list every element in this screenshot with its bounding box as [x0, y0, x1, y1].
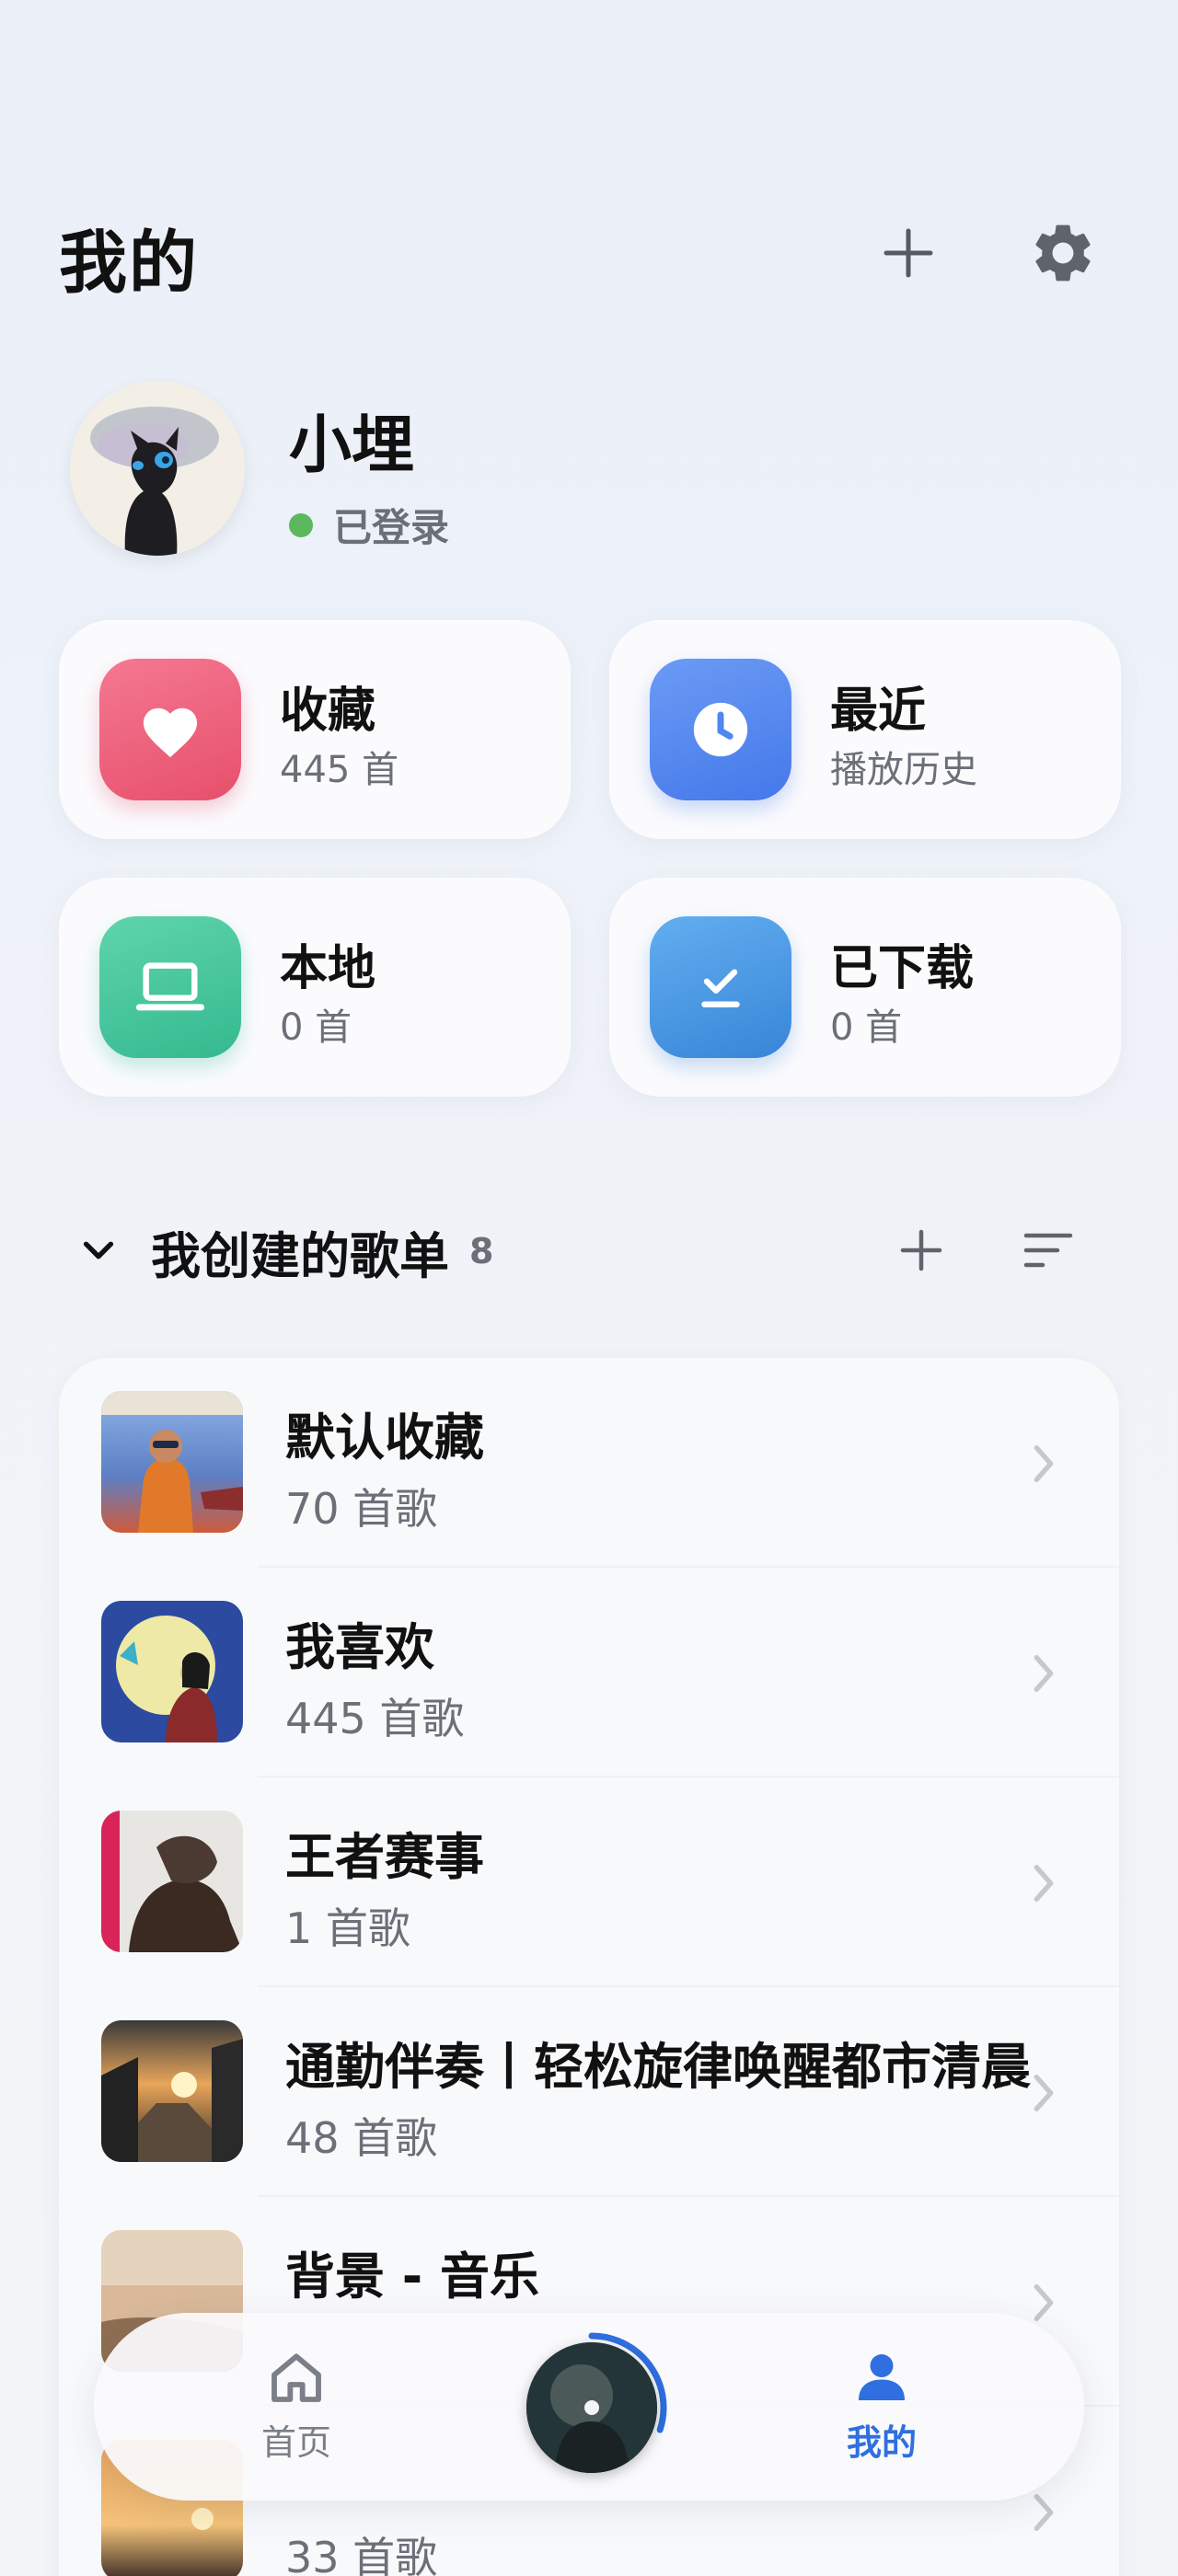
username: 小埋: [289, 409, 415, 482]
playlist-row[interactable]: 默认收藏 70 首歌: [59, 1358, 1119, 1568]
recent-subtitle: 播放历史: [830, 749, 977, 791]
download-check-icon: [650, 916, 791, 1058]
playlist-row[interactable]: 我喜欢 445 首歌: [59, 1568, 1119, 1777]
tab-home[interactable]: 首页: [204, 2313, 388, 2501]
recent-card[interactable]: 最近 播放历史: [609, 620, 1121, 839]
local-count: 0 首: [280, 1006, 352, 1049]
favorites-count: 445 首: [280, 749, 399, 791]
playlist-title: 默认收藏: [285, 1409, 484, 1466]
local-title: 本地: [280, 941, 376, 996]
album-art-image: [526, 2342, 657, 2473]
downloaded-title: 已下载: [830, 941, 975, 996]
avatar[interactable]: [70, 381, 245, 556]
playlist-count: 8: [469, 1231, 494, 1271]
playlist-cover: [101, 2020, 243, 2162]
local-card[interactable]: 本地 0 首: [59, 878, 571, 1097]
tab-home-label: 首页: [260, 2421, 331, 2463]
now-playing-disc[interactable]: [526, 2342, 657, 2473]
bottom-tab-bar: 首页 我的: [94, 2313, 1084, 2501]
tab-mine-label: 我的: [846, 2421, 917, 2463]
chevron-right-icon: [1034, 1655, 1054, 1692]
chevron-right-icon: [1034, 1865, 1054, 1902]
playlist-row[interactable]: 王者赛事 1 首歌: [59, 1777, 1119, 1987]
playlist-song-count: 48 首歌: [285, 2113, 438, 2163]
person-icon: [859, 2353, 905, 2400]
favorites-title: 收藏: [280, 684, 376, 739]
home-icon: [271, 2352, 321, 2402]
playlist-title: 王者赛事: [285, 1828, 484, 1886]
settings-gear-icon[interactable]: [1022, 212, 1104, 294]
page-title: 我的: [59, 224, 199, 303]
clock-icon: [650, 659, 791, 800]
login-status-text: 已登录: [333, 505, 450, 550]
playlist-song-count: 33 首歌: [285, 2533, 438, 2576]
playlist-cover: [101, 1391, 243, 1533]
playlist-title: 我喜欢: [285, 1618, 434, 1676]
tab-mine[interactable]: 我的: [790, 2313, 974, 2501]
chevron-down-icon[interactable]: [77, 1228, 120, 1274]
playlist-cover: [101, 1811, 243, 1952]
playlist-song-count: 445 首歌: [285, 1694, 465, 1743]
playlist-song-count: 70 首歌: [285, 1484, 438, 1534]
playlist-title: 通勤伴奏丨轻松旋律唤醒都市清晨: [285, 2038, 1031, 2096]
playlist-song-count: 1 首歌: [285, 1903, 410, 1953]
chevron-right-icon: [1034, 1445, 1054, 1482]
section-title: 我创建的歌单: [151, 1226, 449, 1285]
online-status-dot: [289, 512, 313, 537]
playlist-title: 背景 - 音乐: [285, 2248, 540, 2306]
playlist-cover: [101, 1601, 243, 1742]
chevron-right-icon: [1034, 2494, 1054, 2531]
laptop-icon: [99, 916, 241, 1058]
downloaded-card[interactable]: 已下载 0 首: [609, 878, 1121, 1097]
login-status: 已登录: [289, 497, 449, 553]
chevron-right-icon: [1034, 2075, 1054, 2111]
chevron-right-icon: [1034, 2284, 1054, 2321]
avatar-cat-image: [70, 381, 245, 556]
add-icon[interactable]: [867, 212, 950, 294]
playlist-row[interactable]: 通勤伴奏丨轻松旋律唤醒都市清晨 48 首歌: [59, 1987, 1119, 2197]
sort-icon[interactable]: [1007, 1209, 1090, 1292]
add-playlist-icon[interactable]: [880, 1209, 963, 1292]
heart-icon: [99, 659, 241, 800]
recent-title: 最近: [830, 684, 927, 739]
favorites-card[interactable]: 收藏 445 首: [59, 620, 571, 839]
created-playlists-header[interactable]: 我创建的歌单 8: [77, 1214, 493, 1288]
downloaded-count: 0 首: [830, 1006, 903, 1049]
